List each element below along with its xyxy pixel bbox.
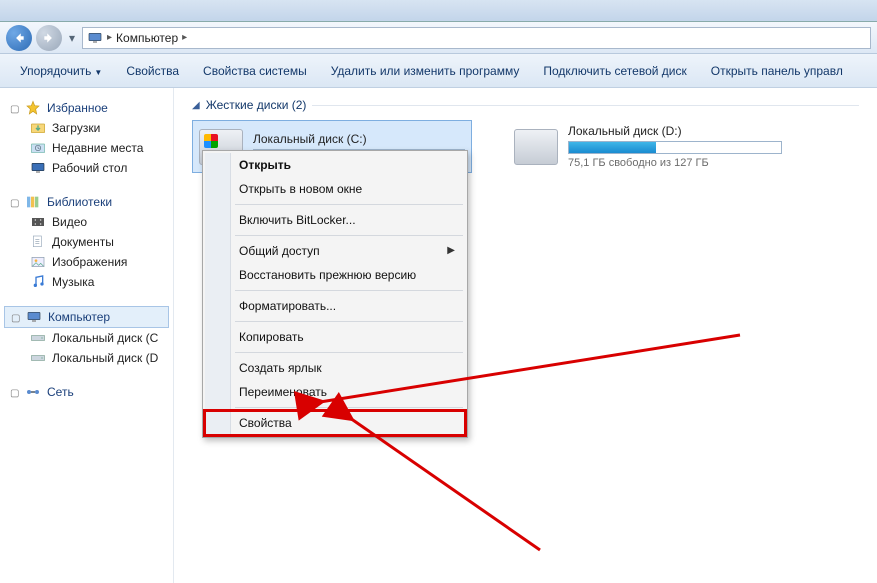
context-menu-separator (235, 204, 463, 205)
sidebar-computer-header[interactable]: ▢ Компьютер (4, 306, 169, 328)
drive-icon (30, 350, 46, 366)
drive-usage-bar (568, 141, 782, 154)
sidebar-libraries-header[interactable]: ▢ Библиотеки (0, 192, 173, 212)
context-menu-separator (235, 321, 463, 322)
sidebar-item-label: Локальный диск (C (52, 331, 158, 345)
toolbar-organize[interactable]: Упорядочить▼ (20, 64, 102, 78)
sidebar-head-label: Сеть (47, 385, 74, 399)
arrow-right-icon (42, 31, 56, 45)
sidebar-item-drive-d[interactable]: Локальный диск (D (0, 348, 173, 368)
network-icon (25, 384, 41, 400)
drive-icon (30, 330, 46, 346)
submenu-arrow-icon: ▶ (447, 245, 455, 256)
sidebar-item-label: Видео (52, 215, 87, 229)
address-bar[interactable]: ▸ Компьютер ▸ (82, 27, 871, 49)
chevron-right-icon: ▸ (107, 32, 112, 43)
window-titlebar (0, 0, 877, 22)
toolbar-properties[interactable]: Свойства (126, 64, 179, 78)
sidebar-head-label: Библиотеки (47, 195, 112, 209)
navigation-pane: ▢ Избранное Загрузки Недавние места Рабо… (0, 88, 174, 583)
drive-free-space: 75,1 ГБ свободно из 127 ГБ (568, 157, 782, 169)
context-menu: Открыть Открыть в новом окне Включить Bi… (202, 150, 468, 438)
expand-icon: ▢ (10, 104, 19, 113)
nav-forward-button[interactable] (36, 25, 62, 51)
toolbar-uninstall[interactable]: Удалить или изменить программу (331, 64, 520, 78)
sidebar-item-desktop[interactable]: Рабочий стол (0, 158, 173, 178)
drive-d[interactable]: Локальный диск (D:) 75,1 ГБ свободно из … (508, 120, 788, 173)
sidebar-head-label: Компьютер (48, 310, 110, 324)
star-icon (25, 100, 41, 116)
sidebar-item-label: Изображения (52, 255, 127, 269)
sidebar-item-label: Загрузки (52, 121, 100, 135)
drive-name: Локальный диск (C:) (253, 132, 465, 146)
libraries-icon (25, 194, 41, 210)
chevron-right-icon: ▸ (182, 32, 187, 43)
command-toolbar: Упорядочить▼ Свойства Свойства системы У… (0, 54, 877, 88)
recent-icon (30, 140, 46, 156)
sidebar-favorites-header[interactable]: ▢ Избранное (0, 98, 173, 118)
sidebar-item-images[interactable]: Изображения (0, 252, 173, 272)
sidebar-item-downloads[interactable]: Загрузки (0, 118, 173, 138)
context-menu-bitlocker[interactable]: Включить BitLocker... (205, 208, 465, 232)
nav-history-dropdown[interactable]: ▾ (66, 28, 78, 48)
expand-icon: ▢ (10, 388, 19, 397)
context-menu-open[interactable]: Открыть (205, 153, 465, 177)
sidebar-item-documents[interactable]: Документы (0, 232, 173, 252)
images-icon (30, 254, 46, 270)
category-header-hdd[interactable]: ◢ Жесткие диски (2) (192, 98, 859, 112)
sidebar-head-label: Избранное (47, 101, 108, 115)
music-icon (30, 274, 46, 290)
context-menu-restore[interactable]: Восстановить прежнюю версию (205, 263, 465, 287)
sidebar-item-music[interactable]: Музыка (0, 272, 173, 292)
category-label: Жесткие диски (2) (206, 98, 307, 112)
computer-icon (26, 309, 42, 325)
shield-icon (210, 212, 226, 228)
sidebar-item-label: Недавние места (52, 141, 143, 155)
sidebar-item-label: Рабочий стол (52, 161, 127, 175)
sidebar-item-video[interactable]: Видео (0, 212, 173, 232)
toolbar-control-panel[interactable]: Открыть панель управл (711, 64, 843, 78)
toolbar-map-drive[interactable]: Подключить сетевой диск (543, 64, 686, 78)
expand-icon: ▢ (10, 198, 19, 207)
context-menu-separator (235, 290, 463, 291)
computer-icon (87, 30, 103, 46)
sidebar-item-label: Локальный диск (D (52, 351, 158, 365)
desktop-icon (30, 160, 46, 176)
toolbar-system-properties[interactable]: Свойства системы (203, 64, 307, 78)
expand-icon: ▢ (11, 313, 20, 322)
context-menu-separator (235, 407, 463, 408)
context-menu-format[interactable]: Форматировать... (205, 294, 465, 318)
sidebar-item-drive-c[interactable]: Локальный диск (C (0, 328, 173, 348)
context-menu-sharing[interactable]: Общий доступ▶ (205, 239, 465, 263)
sidebar-item-label: Документы (52, 235, 114, 249)
video-icon (30, 214, 46, 230)
context-menu-copy[interactable]: Копировать (205, 325, 465, 349)
divider (312, 105, 859, 106)
folder-down-icon (30, 120, 46, 136)
context-menu-separator (235, 235, 463, 236)
breadcrumb-segment[interactable]: Компьютер (116, 31, 178, 45)
drive-icon (514, 129, 558, 165)
nav-back-button[interactable] (6, 25, 32, 51)
context-menu-rename[interactable]: Переименовать (205, 380, 465, 404)
sidebar-item-recent[interactable]: Недавние места (0, 138, 173, 158)
documents-icon (30, 234, 46, 250)
context-menu-separator (235, 352, 463, 353)
collapse-icon: ◢ (192, 100, 200, 111)
nav-bar: ▾ ▸ Компьютер ▸ (0, 22, 877, 54)
sidebar-network-header[interactable]: ▢ Сеть (0, 382, 173, 402)
context-menu-open-new[interactable]: Открыть в новом окне (205, 177, 465, 201)
context-menu-shortcut[interactable]: Создать ярлык (205, 356, 465, 380)
drive-name: Локальный диск (D:) (568, 124, 782, 138)
context-menu-properties[interactable]: Свойства (205, 411, 465, 435)
drive-usage-fill (569, 142, 656, 153)
arrow-left-icon (12, 31, 26, 45)
sidebar-item-label: Музыка (52, 275, 94, 289)
